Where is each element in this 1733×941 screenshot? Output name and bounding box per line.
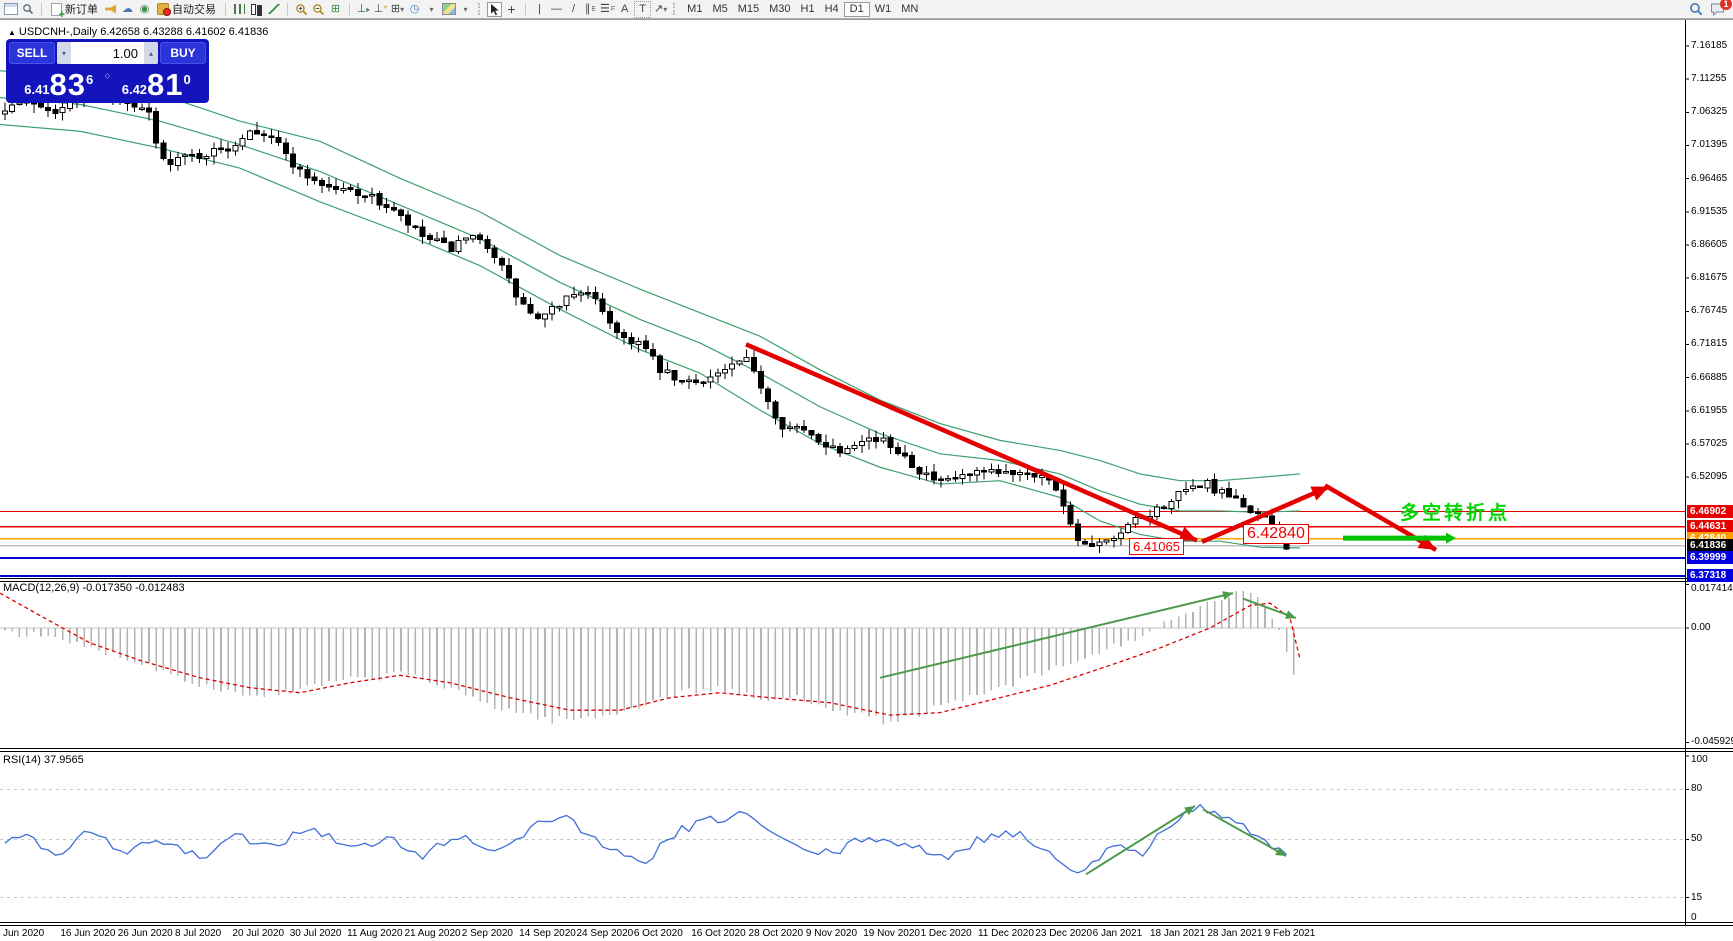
sell-price-big: 83 bbox=[50, 69, 86, 100]
buy-price-prefix: 6.42 bbox=[122, 83, 147, 96]
buy-price-big: 81 bbox=[147, 69, 183, 100]
crosshair-tool-icon[interactable]: + bbox=[504, 2, 519, 17]
bar-chart-mode-icon[interactable] bbox=[232, 2, 247, 17]
volume-increase-button[interactable]: ▴ bbox=[144, 42, 158, 64]
text-tool-icon[interactable]: A bbox=[617, 2, 632, 17]
horn-icon[interactable] bbox=[103, 2, 118, 17]
search-icon[interactable] bbox=[1688, 2, 1703, 17]
buy-price-sup: 0 bbox=[184, 73, 191, 86]
timeframe-button-h4[interactable]: H4 bbox=[820, 2, 844, 17]
magnifier-icon bbox=[22, 3, 34, 15]
sell-price-sup: 6 bbox=[86, 73, 93, 86]
toolbar-separator bbox=[349, 3, 350, 16]
trendline-tool-icon[interactable]: / bbox=[566, 2, 581, 17]
timeframe-button-mn[interactable]: MN bbox=[896, 2, 923, 17]
toolbar-separator bbox=[225, 3, 226, 16]
timeframe-group: M1M5M15M30H1H4D1W1MN bbox=[682, 2, 923, 17]
one-click-trading-panel: SELL ▾ ▴ BUY ◇ 6.41 83 6 6.42 81 0 bbox=[6, 39, 209, 103]
profiles-caret-icon[interactable]: ▾ bbox=[424, 2, 439, 17]
timeframe-button-w1[interactable]: W1 bbox=[870, 2, 897, 17]
price-chart-canvas[interactable] bbox=[0, 0, 1733, 941]
channel-tool-icon[interactable]: ∥E bbox=[583, 2, 598, 17]
vertical-line-tool-icon[interactable]: | bbox=[532, 2, 547, 17]
spread-diamond-icon: ◇ bbox=[105, 72, 110, 80]
add-indicator-icon[interactable]: ⊥* bbox=[373, 2, 388, 17]
sell-price-prefix: 6.41 bbox=[24, 83, 49, 96]
mt4-terminal-window: 新订单 ☁ ◉ 自动交易 ⊞ ⊥▸ ⊥* ⊞▾ ◷ ▾ ▾ + bbox=[0, 0, 1733, 941]
community-cloud-icon[interactable]: ☁ bbox=[120, 2, 135, 17]
tile-windows-icon[interactable]: ⊞ bbox=[328, 2, 343, 17]
toolbar-separator bbox=[287, 3, 288, 16]
buy-price[interactable]: 6.42 81 0 bbox=[108, 69, 206, 100]
zoom-out-icon[interactable] bbox=[311, 2, 326, 17]
cursor-tool-icon[interactable] bbox=[487, 2, 502, 17]
text-label-tool-icon[interactable]: T bbox=[634, 1, 651, 18]
chart-template-icon[interactable] bbox=[441, 2, 456, 17]
chart-window-icon[interactable] bbox=[3, 2, 18, 17]
notification-badge: 1 bbox=[1720, 0, 1732, 10]
toolbar-grip bbox=[478, 3, 482, 15]
candlestick-mode-icon[interactable] bbox=[249, 2, 264, 17]
horizontal-line-tool-icon[interactable]: — bbox=[549, 2, 564, 17]
volume-input[interactable] bbox=[71, 42, 144, 64]
timeframe-button-m30[interactable]: M30 bbox=[764, 2, 795, 17]
indicator-list-icon[interactable]: ⊥▸ bbox=[356, 2, 371, 17]
toolbar-separator bbox=[41, 3, 42, 16]
timeframe-button-d1[interactable]: D1 bbox=[844, 2, 870, 17]
new-chart-icon[interactable]: ⊞▾ bbox=[390, 2, 405, 17]
sell-price[interactable]: 6.41 83 6 bbox=[10, 69, 108, 100]
autotrading-label: 自动交易 bbox=[172, 1, 216, 17]
template-caret-icon[interactable]: ▾ bbox=[458, 2, 473, 17]
toolbar: 新订单 ☁ ◉ 自动交易 ⊞ ⊥▸ ⊥* ⊞▾ ◷ ▾ ▾ + bbox=[0, 0, 1733, 19]
new-order-icon bbox=[51, 3, 62, 16]
signals-icon[interactable]: ◉ bbox=[137, 2, 152, 17]
autotrading-icon bbox=[157, 3, 169, 15]
autotrading-button[interactable]: 自动交易 bbox=[154, 1, 219, 17]
toolbar-grip bbox=[673, 3, 677, 15]
buy-button[interactable]: BUY bbox=[160, 42, 206, 64]
timeframe-button-m5[interactable]: M5 bbox=[707, 2, 732, 17]
timeframe-button-h1[interactable]: H1 bbox=[796, 2, 820, 17]
timeframe-button-m15[interactable]: M15 bbox=[733, 2, 764, 17]
chat-icon[interactable]: 1 bbox=[1710, 2, 1725, 17]
arrows-tool-icon[interactable]: ↗▾ bbox=[653, 2, 668, 17]
new-order-button[interactable]: 新订单 bbox=[48, 1, 101, 17]
volume-stepper: ▾ ▴ bbox=[57, 42, 158, 64]
clock-icon[interactable]: ◷ bbox=[407, 2, 422, 17]
sell-button[interactable]: SELL bbox=[9, 42, 55, 64]
toolbar-separator bbox=[525, 3, 526, 16]
line-chart-mode-icon[interactable] bbox=[266, 2, 281, 17]
new-order-label: 新订单 bbox=[65, 1, 98, 17]
timeframe-button-m1[interactable]: M1 bbox=[682, 2, 707, 17]
market-watch-icon[interactable] bbox=[20, 2, 35, 17]
volume-decrease-button[interactable]: ▾ bbox=[57, 42, 71, 64]
fibonacci-tool-icon[interactable]: ☰F bbox=[600, 2, 615, 17]
zoom-in-icon[interactable] bbox=[294, 2, 309, 17]
